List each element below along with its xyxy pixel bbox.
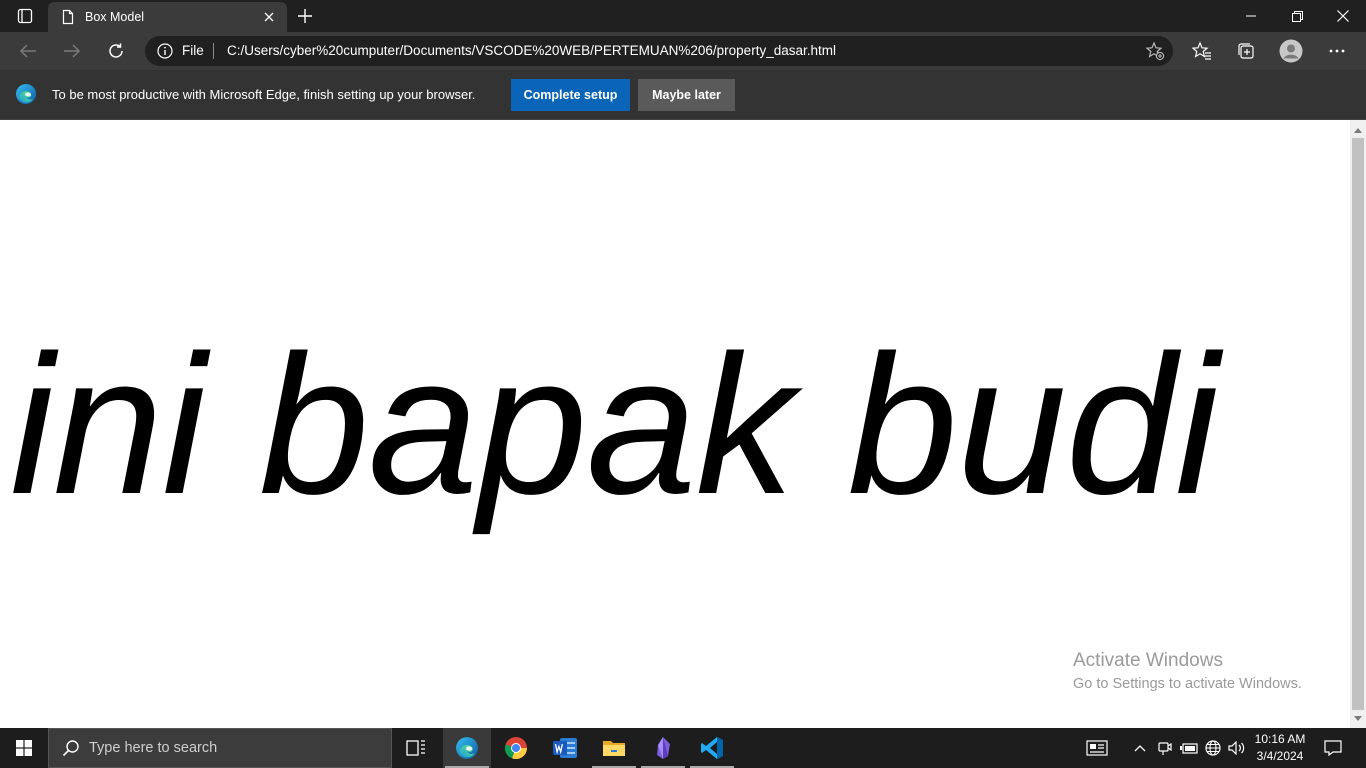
news-widget-icon[interactable] [1083, 728, 1111, 768]
setup-infobar: To be most productive with Microsoft Edg… [0, 70, 1366, 120]
taskbar-clock[interactable]: 10:16 AM 3/4/2024 [1250, 731, 1310, 765]
activate-windows-watermark: Activate Windows Go to Settings to activ… [1073, 650, 1302, 692]
address-scheme: File [182, 43, 204, 58]
activate-windows-subtitle: Go to Settings to activate Windows. [1073, 676, 1302, 692]
address-bar[interactable]: File C:/Users/cyber%20cumputer/Documents… [145, 36, 1173, 66]
tab-actions-icon[interactable] [8, 4, 42, 28]
restore-icon[interactable] [1274, 0, 1320, 32]
taskbar-edge-icon[interactable] [443, 728, 491, 768]
volume-icon[interactable] [1227, 728, 1247, 768]
search-icon [62, 740, 79, 757]
clock-time: 10:16 AM [1254, 732, 1306, 746]
close-tab-icon[interactable] [261, 9, 277, 25]
vertical-scrollbar[interactable] [1350, 120, 1366, 728]
page-heading: ini bapak budi [10, 314, 1219, 535]
page-content: ini bapak budi Activate Windows Go to Se… [0, 120, 1350, 728]
title-bar: Box Model [0, 0, 1366, 32]
start-button[interactable] [0, 728, 48, 768]
battery-icon[interactable] [1179, 728, 1199, 768]
taskbar-chrome-icon[interactable] [492, 728, 540, 768]
taskbar: Type here to search 10:16 AM 3/4/2024 [0, 728, 1366, 768]
profile-avatar[interactable] [1278, 38, 1304, 64]
add-favorite-icon[interactable] [1145, 41, 1165, 61]
scrollbar-thumb[interactable] [1352, 138, 1364, 710]
address-separator [213, 43, 214, 59]
show-hidden-icons-icon[interactable] [1131, 728, 1149, 768]
document-icon [62, 9, 74, 25]
forward-icon[interactable] [57, 36, 87, 66]
scroll-up-icon[interactable] [1350, 122, 1366, 138]
taskbar-search-box[interactable]: Type here to search [48, 728, 392, 768]
notification-center-icon[interactable] [1320, 728, 1346, 768]
edge-logo-icon [16, 84, 36, 104]
clock-date: 3/4/2024 [1256, 749, 1304, 763]
favorites-icon[interactable] [1189, 38, 1215, 64]
task-view-icon[interactable] [392, 728, 440, 768]
back-icon[interactable] [13, 36, 43, 66]
info-icon[interactable] [157, 43, 173, 59]
minimize-icon[interactable] [1228, 0, 1274, 32]
tab-box-model[interactable]: Box Model [48, 2, 287, 32]
network-globe-icon[interactable] [1203, 728, 1223, 768]
taskbar-vscode-icon[interactable] [688, 728, 736, 768]
tab-title: Box Model [85, 10, 145, 24]
close-window-icon[interactable] [1320, 0, 1366, 32]
meet-now-icon[interactable] [1155, 728, 1175, 768]
search-placeholder: Type here to search [89, 740, 218, 756]
taskbar-word-icon[interactable] [541, 728, 589, 768]
refresh-icon[interactable] [101, 36, 131, 66]
maybe-later-button[interactable]: Maybe later [638, 79, 735, 111]
collections-icon[interactable] [1233, 38, 1259, 64]
infobar-message: To be most productive with Microsoft Edg… [52, 87, 476, 102]
address-url[interactable]: C:/Users/cyber%20cumputer/Documents/VSCO… [227, 43, 836, 58]
windows-logo-icon [16, 740, 32, 756]
more-options-icon[interactable] [1324, 38, 1350, 64]
taskbar-obsidian-icon[interactable] [639, 728, 687, 768]
scroll-down-icon[interactable] [1350, 710, 1366, 726]
activate-windows-title: Activate Windows [1073, 650, 1223, 671]
browser-toolbar: File C:/Users/cyber%20cumputer/Documents… [0, 32, 1366, 70]
complete-setup-button[interactable]: Complete setup [511, 79, 630, 111]
new-tab-icon[interactable] [294, 6, 316, 26]
taskbar-file-explorer-icon[interactable] [590, 728, 638, 768]
